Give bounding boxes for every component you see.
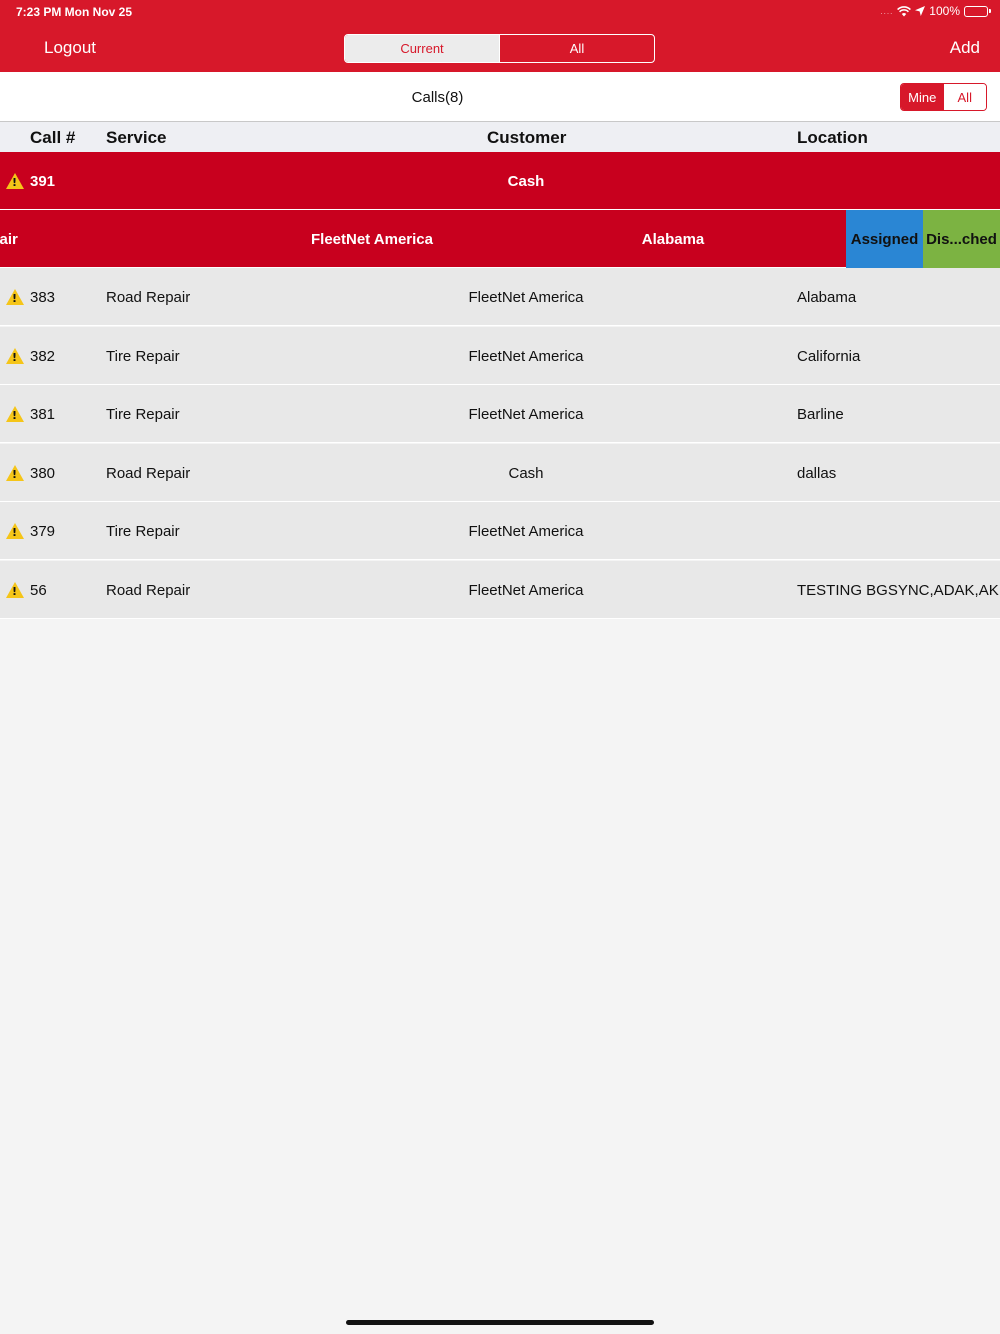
- row-service: epair: [0, 230, 18, 248]
- top-bar: 7:23 PM Mon Nov 25 .... 100% Logout Curr…: [0, 0, 1000, 72]
- row-call-number: 56: [30, 581, 47, 599]
- wifi-icon: [897, 5, 912, 16]
- row-service: Road Repair: [106, 581, 191, 599]
- assigned-action-button[interactable]: Assigned: [846, 210, 923, 268]
- column-header-customer: Customer: [487, 128, 567, 147]
- row-location: Alabama: [797, 288, 857, 306]
- row-customer: FleetNet America: [468, 581, 584, 599]
- home-indicator[interactable]: [346, 1320, 654, 1325]
- row-call-number: 391: [30, 172, 56, 190]
- table-row-selected[interactable]: 391 Cash: [0, 152, 1000, 210]
- calls-subheader: Calls(8) Mine All: [0, 72, 1000, 122]
- battery-percent: 100%: [929, 4, 960, 18]
- status-icons: .... 100%: [880, 4, 991, 18]
- call-scope-segmented-control: Current All: [344, 34, 655, 63]
- warning-icon: [6, 561, 24, 619]
- signal-icon: ....: [880, 6, 894, 16]
- warning-icon: [6, 385, 24, 443]
- dispatched-action-button[interactable]: Dis...ched: [923, 210, 1000, 268]
- row-location: Alabama: [641, 230, 705, 248]
- row-call-number: 380: [30, 464, 56, 482]
- warning-icon: [6, 444, 24, 502]
- column-header-call: Call #: [30, 128, 76, 147]
- table-row[interactable]: 56 Road Repair FleetNet America TESTING …: [0, 561, 1000, 619]
- row-location: California: [797, 347, 861, 365]
- row-service: Tire Repair: [106, 405, 180, 423]
- row-customer: FleetNet America: [468, 347, 584, 365]
- row-customer: Cash: [507, 172, 545, 190]
- filter-all[interactable]: All: [943, 84, 986, 110]
- logout-button[interactable]: Logout: [44, 38, 96, 58]
- row-location: TESTING BGSYNC,ADAK,AK: [797, 581, 999, 599]
- row-service: Tire Repair: [106, 522, 180, 540]
- row-location: Barline: [797, 405, 844, 423]
- status-time: 7:23 PM Mon Nov 25: [16, 5, 133, 19]
- table-row[interactable]: 383 Road Repair FleetNet America Alabama: [0, 268, 1000, 326]
- table-row[interactable]: 381 Tire Repair FleetNet America Barline: [0, 385, 1000, 443]
- table-row[interactable]: 380 Road Repair Cash dallas: [0, 444, 1000, 502]
- segment-current[interactable]: Current: [345, 35, 499, 62]
- row-service: Tire Repair: [106, 347, 180, 365]
- calls-count-title: Calls(8): [411, 89, 464, 106]
- table-row-swiped[interactable]: epair FleetNet America Alabama Assigned …: [0, 210, 1000, 268]
- filter-mine[interactable]: Mine: [901, 84, 944, 110]
- owner-filter-segmented-control: Mine All: [900, 83, 987, 111]
- warning-icon: [6, 502, 24, 560]
- column-header-location: Location: [797, 128, 868, 147]
- warning-icon: [6, 327, 24, 385]
- row-call-number: 379: [30, 522, 56, 540]
- table-row[interactable]: 379 Tire Repair FleetNet America: [0, 502, 1000, 560]
- warning-icon: [6, 268, 24, 326]
- table-row[interactable]: 382 Tire Repair FleetNet America Califor…: [0, 327, 1000, 385]
- row-call-number: 381: [30, 405, 56, 423]
- location-arrow-icon: [915, 6, 926, 16]
- row-customer: Cash: [508, 464, 544, 482]
- row-location: dallas: [797, 464, 837, 482]
- warning-icon: [6, 152, 24, 210]
- row-customer: FleetNet America: [311, 230, 433, 248]
- segment-all[interactable]: All: [499, 35, 654, 62]
- row-customer: FleetNet America: [468, 522, 584, 540]
- row-service: Road Repair: [106, 288, 191, 306]
- row-customer: FleetNet America: [468, 405, 584, 423]
- add-button[interactable]: Add: [950, 38, 980, 58]
- column-header-service: Service: [106, 128, 167, 147]
- row-call-number: 382: [30, 347, 56, 365]
- row-service: Road Repair: [106, 464, 191, 482]
- table-header: Call # Service Customer Location: [0, 122, 1000, 152]
- row-customer: FleetNet America: [468, 288, 584, 306]
- battery-icon: [964, 5, 991, 17]
- row-call-number: 383: [30, 288, 56, 306]
